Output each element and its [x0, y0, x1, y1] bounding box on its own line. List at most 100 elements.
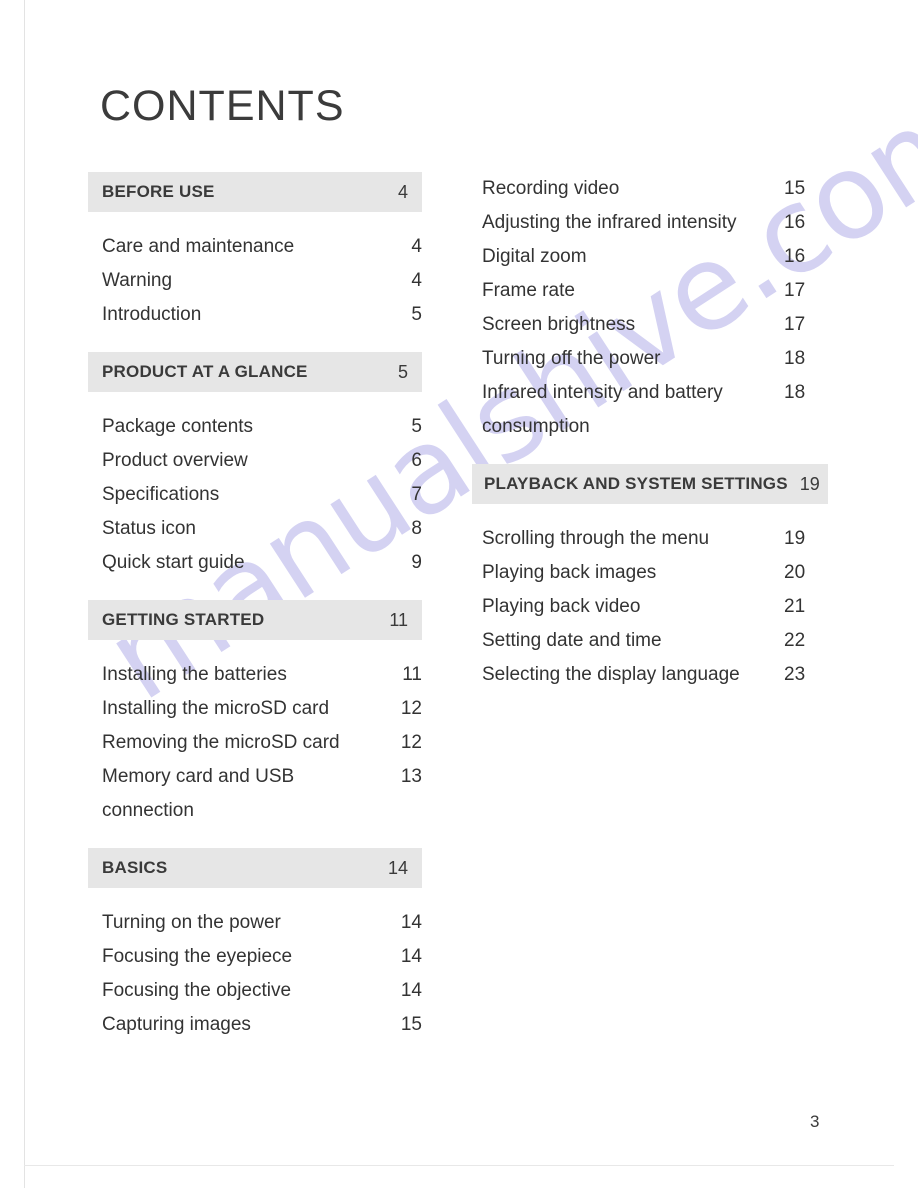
toc-entry-page-number: 21	[784, 596, 806, 617]
toc-entry[interactable]: Installing the microSD card 12	[88, 692, 422, 726]
toc-entry-title: Quick start guide	[102, 552, 245, 573]
toc-entry-page-number: 15	[400, 1014, 422, 1035]
toc-entry-title: Product overview	[102, 450, 248, 471]
toc-entry-title: Focusing the eyepiece	[102, 946, 293, 967]
toc-entry-page-number: 15	[784, 178, 806, 199]
toc-entry-title: Introduction	[102, 304, 202, 325]
toc-entry-page-number: 18	[784, 348, 806, 369]
toc-entry-page-number: 12	[400, 698, 422, 719]
toc-section-header[interactable]: PLAYBACK AND SYSTEM SETTINGS 19	[472, 464, 828, 504]
toc-entry-title: Removing the microSD card	[102, 732, 340, 753]
toc-entry[interactable]: Playing back images 20	[472, 556, 828, 590]
toc-entry-page-number: 14	[400, 980, 422, 1001]
toc-entry-title: Turning off the power	[482, 348, 661, 369]
toc-entry-title: Focusing the objective	[102, 980, 292, 1001]
toc-entry-page-number: 8	[411, 518, 422, 539]
toc-spacer	[472, 444, 828, 464]
toc-entry[interactable]: Setting date and time 22	[472, 624, 828, 658]
toc-entry-page-number: 6	[411, 450, 422, 471]
toc-entry-title: Recording video	[482, 178, 620, 199]
toc-entry-title: Screen brightness	[482, 314, 636, 335]
toc-entry-page-number: 19	[784, 528, 806, 549]
toc-entry[interactable]: Scrolling through the menu 19	[472, 522, 828, 556]
toc-entry[interactable]: Screen brightness 17	[472, 308, 828, 342]
toc-entry-page-number: 23	[784, 664, 806, 685]
toc-entry[interactable]: Infrared intensity and battery consumpti…	[472, 376, 828, 444]
toc-section-header[interactable]: GETTING STARTED 11	[88, 600, 422, 640]
toc-entry-title: Care and maintenance	[102, 236, 295, 257]
toc-spacer	[88, 888, 422, 906]
toc-entry[interactable]: Installing the batteries 11	[88, 658, 422, 692]
toc-entry[interactable]: Playing back video 21	[472, 590, 828, 624]
toc-spacer	[88, 212, 422, 230]
toc-entry-title: Infrared intensity and battery consumpti…	[482, 382, 723, 437]
toc-entry-page-number: 4	[411, 236, 422, 257]
toc-entry-title: Selecting the display language	[482, 664, 740, 685]
page-number: 3	[810, 1112, 820, 1131]
toc-entry[interactable]: Digital zoom 16	[472, 240, 828, 274]
toc-entry-page-number: 17	[784, 280, 806, 301]
toc-entry[interactable]: Turning on the power 14	[88, 906, 422, 940]
toc-entry-title: Warning	[102, 270, 173, 291]
toc-spacer	[88, 640, 422, 658]
toc-entry-title: Package contents	[102, 416, 254, 437]
page-title: CONTENTS	[100, 82, 345, 130]
toc-entry-title: Installing the microSD card	[102, 698, 330, 719]
toc-entry-page-number: 17	[784, 314, 806, 335]
toc-section-header[interactable]: BASICS 14	[88, 848, 422, 888]
toc-section-header[interactable]: PRODUCT AT A GLANCE 5	[88, 352, 422, 392]
toc-section-label: BEFORE USE	[102, 182, 215, 201]
toc-entry-title: Capturing images	[102, 1014, 251, 1035]
toc-section-label: PLAYBACK AND SYSTEM SETTINGS	[484, 474, 788, 493]
toc-entry[interactable]: Removing the microSD card 12	[88, 726, 422, 760]
page-bottom-rule	[24, 1165, 894, 1166]
toc-entry-page-number: 20	[784, 562, 806, 583]
toc-spacer	[88, 332, 422, 352]
toc-column-right: Recording video 15 Adjusting the infrared …	[472, 172, 828, 692]
toc-entry-page-number: 14	[400, 912, 422, 933]
toc-entry[interactable]: Selecting the display language 23	[472, 658, 828, 692]
toc-entry[interactable]: Adjusting the infrared intensity 16	[472, 206, 828, 240]
toc-entry[interactable]: Warning 4	[88, 264, 422, 298]
toc-entry[interactable]: Turning off the power 18	[472, 342, 828, 376]
toc-entry-page-number: 16	[784, 212, 806, 233]
toc-spacer	[88, 580, 422, 600]
toc-entry-title: Playing back video	[482, 596, 641, 617]
toc-spacer	[88, 392, 422, 410]
toc-spacer	[88, 828, 422, 848]
toc-section-label: BASICS	[102, 858, 168, 877]
toc-entry-page-number: 5	[411, 416, 422, 437]
toc-column-left: BEFORE USE 4 Care and maintenance 4 Warning 4…	[88, 172, 422, 1042]
toc-entry-title: Installing the batteries	[102, 664, 287, 685]
toc-section-page-number: 11	[389, 609, 408, 630]
page-left-rule	[24, 0, 25, 1188]
document-page: manualshive.com CONTENTS BEFORE USE 4 Care…	[0, 0, 918, 1188]
toc-entry[interactable]: Introduction 5	[88, 298, 422, 332]
toc-entry-page-number: 11	[402, 664, 422, 685]
toc-entry[interactable]: Memory card and USB connection 13	[88, 760, 422, 828]
toc-entry-title: Specifications	[102, 484, 220, 505]
toc-entry[interactable]: Package contents 5	[88, 410, 422, 444]
toc-entry[interactable]: Specifications 7	[88, 478, 422, 512]
toc-entry-title: Digital zoom	[482, 246, 587, 267]
toc-entry-title: Memory card and USB connection	[102, 766, 295, 821]
toc-section-page-number: 14	[387, 857, 408, 878]
toc-entry-page-number: 14	[400, 946, 422, 967]
toc-entry[interactable]: Status icon 8	[88, 512, 422, 546]
toc-entry-title: Adjusting the infrared intensity	[482, 212, 737, 233]
toc-entry-page-number: 12	[400, 732, 422, 753]
toc-entry[interactable]: Focusing the objective 14	[88, 974, 422, 1008]
toc-entry-page-number: 7	[411, 484, 422, 505]
toc-entry[interactable]: Quick start guide 9	[88, 546, 422, 580]
toc-section-header[interactable]: BEFORE USE 4	[88, 172, 422, 212]
toc-section-page-number: 5	[397, 361, 408, 382]
toc-section-page-number: 19	[799, 473, 820, 494]
toc-entry[interactable]: Care and maintenance 4	[88, 230, 422, 264]
toc-entry[interactable]: Product overview 6	[88, 444, 422, 478]
toc-entry[interactable]: Recording video 15	[472, 172, 828, 206]
toc-entry-page-number: 13	[400, 766, 422, 787]
toc-entry[interactable]: Focusing the eyepiece 14	[88, 940, 422, 974]
toc-entry[interactable]: Capturing images 15	[88, 1008, 422, 1042]
toc-entry-page-number: 18	[784, 382, 806, 403]
toc-entry[interactable]: Frame rate 17	[472, 274, 828, 308]
